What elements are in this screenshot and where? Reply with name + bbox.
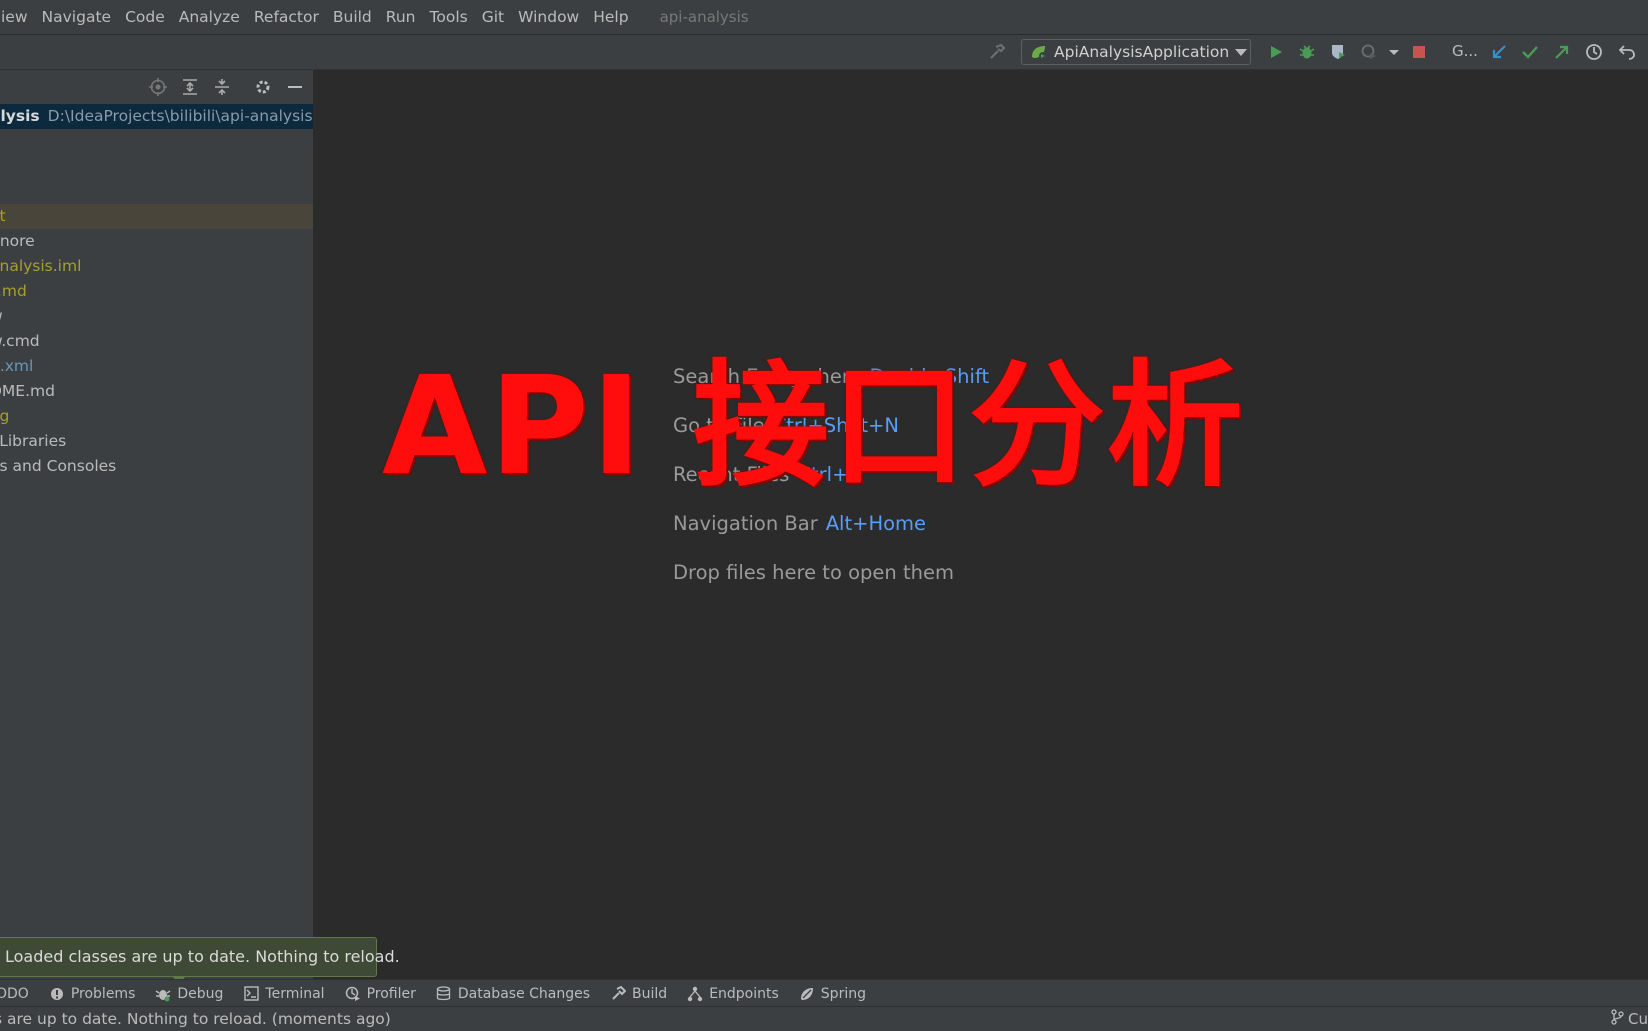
shortcut-label: Alt+Home xyxy=(825,512,927,535)
menu-analyze[interactable]: Analyze xyxy=(172,8,247,26)
project-tree: alysisD:\IdeaProjects\bilibili\api-analy… xyxy=(0,104,313,479)
tool-window-terminal[interactable]: Terminal xyxy=(243,986,325,1002)
profile-icon[interactable] xyxy=(1359,42,1379,62)
hammer-icon xyxy=(610,986,626,1002)
tree-item[interactable]: n.xml xyxy=(0,354,313,379)
menu-code[interactable]: Code xyxy=(118,8,172,26)
build-hammer-icon[interactable] xyxy=(987,42,1007,62)
spring-boot-icon xyxy=(1030,43,1048,61)
spring-icon xyxy=(799,986,815,1002)
notification-balloon[interactable]: Loaded classes are up to date. Nothing t… xyxy=(0,937,400,977)
tree-item-root[interactable]: alysisD:\IdeaProjects\bilibili\api-analy… xyxy=(0,104,313,129)
problems-icon xyxy=(49,986,65,1002)
hint-navigation-bar: Navigation Bar Alt+Home xyxy=(673,512,927,535)
status-vcs-widget[interactable]: Cu xyxy=(1610,1009,1648,1029)
chevron-down-icon xyxy=(1235,48,1248,56)
profiler-icon xyxy=(345,986,361,1002)
tool-window-todo[interactable]: ODO xyxy=(0,986,29,1002)
endpoints-icon xyxy=(687,986,703,1002)
git-branch-label[interactable]: G... xyxy=(1452,42,1478,60)
hint-drop-files: Drop files here to open them xyxy=(673,561,954,584)
project-title: api-analysis xyxy=(659,8,749,26)
tree-item-external-libraries[interactable]: l Libraries xyxy=(0,429,313,454)
run-icon[interactable] xyxy=(1266,42,1286,62)
run-configuration-dropdown[interactable]: ApiAnalysisApplication xyxy=(1021,39,1251,65)
tree-item[interactable]: DME.md xyxy=(0,379,313,404)
status-message[interactable]: s are up to date. Nothing to reload. (mo… xyxy=(0,1010,391,1028)
menu-window[interactable]: Window xyxy=(511,8,586,26)
hide-panel-icon[interactable] xyxy=(286,78,304,96)
tree-item[interactable]: n xyxy=(0,154,313,179)
project-header xyxy=(0,70,313,104)
editor-empty-area[interactable] xyxy=(314,70,1648,979)
tree-item[interactable]: og xyxy=(0,404,313,429)
gear-icon[interactable] xyxy=(254,78,272,96)
menu-navigate[interactable]: Navigate xyxy=(35,8,119,26)
history-icon[interactable] xyxy=(1584,42,1604,62)
tree-item[interactable]: et xyxy=(0,204,313,229)
tool-window-bar: ODO Problems Debug Terminal Profiler Dat… xyxy=(0,979,1648,1007)
tree-item-scratches[interactable]: es and Consoles xyxy=(0,454,313,479)
git-branch-icon xyxy=(1610,1009,1624,1029)
tree-item[interactable]: analysis.iml xyxy=(0,254,313,279)
menu-run[interactable]: Run xyxy=(379,8,423,26)
status-bar: s are up to date. Nothing to reload. (mo… xyxy=(0,1006,1648,1031)
debug-icon[interactable] xyxy=(1297,42,1317,62)
debug-icon xyxy=(155,986,171,1002)
menu-refactor[interactable]: Refactor xyxy=(247,8,326,26)
terminal-icon xyxy=(243,986,259,1002)
menu-view[interactable]: iew xyxy=(0,8,35,26)
menu-git[interactable]: Git xyxy=(475,8,511,26)
expand-all-icon[interactable] xyxy=(181,78,199,96)
status-right-label: Cu xyxy=(1628,1010,1648,1028)
menu-build[interactable]: Build xyxy=(326,8,379,26)
tree-item[interactable]: n xyxy=(0,129,313,154)
collapse-all-icon[interactable] xyxy=(213,78,231,96)
run-configuration-label: ApiAnalysisApplication xyxy=(1054,43,1230,61)
tree-item[interactable]: P.md xyxy=(0,279,313,304)
tool-window-database-changes[interactable]: Database Changes xyxy=(436,986,590,1002)
stop-icon[interactable] xyxy=(1409,42,1429,62)
tool-window-build[interactable]: Build xyxy=(610,986,667,1002)
coverage-icon[interactable] xyxy=(1328,42,1348,62)
overlay-title: API 接口分析 xyxy=(382,348,1245,506)
database-icon xyxy=(436,986,452,1002)
locate-file-icon[interactable] xyxy=(149,78,167,96)
git-push-icon[interactable] xyxy=(1552,42,1572,62)
tool-window-problems[interactable]: Problems xyxy=(49,986,135,1002)
tree-item[interactable]: w.cmd xyxy=(0,329,313,354)
more-run-options-icon[interactable] xyxy=(1384,42,1404,62)
project-tool-window: alysisD:\IdeaProjects\bilibili\api-analy… xyxy=(0,70,314,979)
menu-bar: iew Navigate Code Analyze Refactor Build… xyxy=(0,0,1648,35)
menu-tools[interactable]: Tools xyxy=(423,8,475,26)
menu-help[interactable]: Help xyxy=(586,8,635,26)
tree-item[interactable]: gnore xyxy=(0,229,313,254)
tool-window-debug[interactable]: Debug xyxy=(155,986,223,1002)
project-path: D:\IdeaProjects\bilibili\api-analysis xyxy=(47,107,313,125)
git-update-icon[interactable] xyxy=(1489,42,1509,62)
notification-text: Loaded classes are up to date. Nothing t… xyxy=(5,947,400,966)
main-toolbar: ApiAnalysisApplication G... xyxy=(0,35,1648,70)
git-commit-icon[interactable] xyxy=(1520,42,1540,62)
tool-window-endpoints[interactable]: Endpoints xyxy=(687,986,779,1002)
rollback-icon[interactable] xyxy=(1617,42,1637,62)
tool-window-spring[interactable]: Spring xyxy=(799,986,866,1002)
tree-item[interactable]: w xyxy=(0,304,313,329)
tree-item[interactable] xyxy=(0,179,313,204)
tool-window-profiler[interactable]: Profiler xyxy=(345,986,416,1002)
